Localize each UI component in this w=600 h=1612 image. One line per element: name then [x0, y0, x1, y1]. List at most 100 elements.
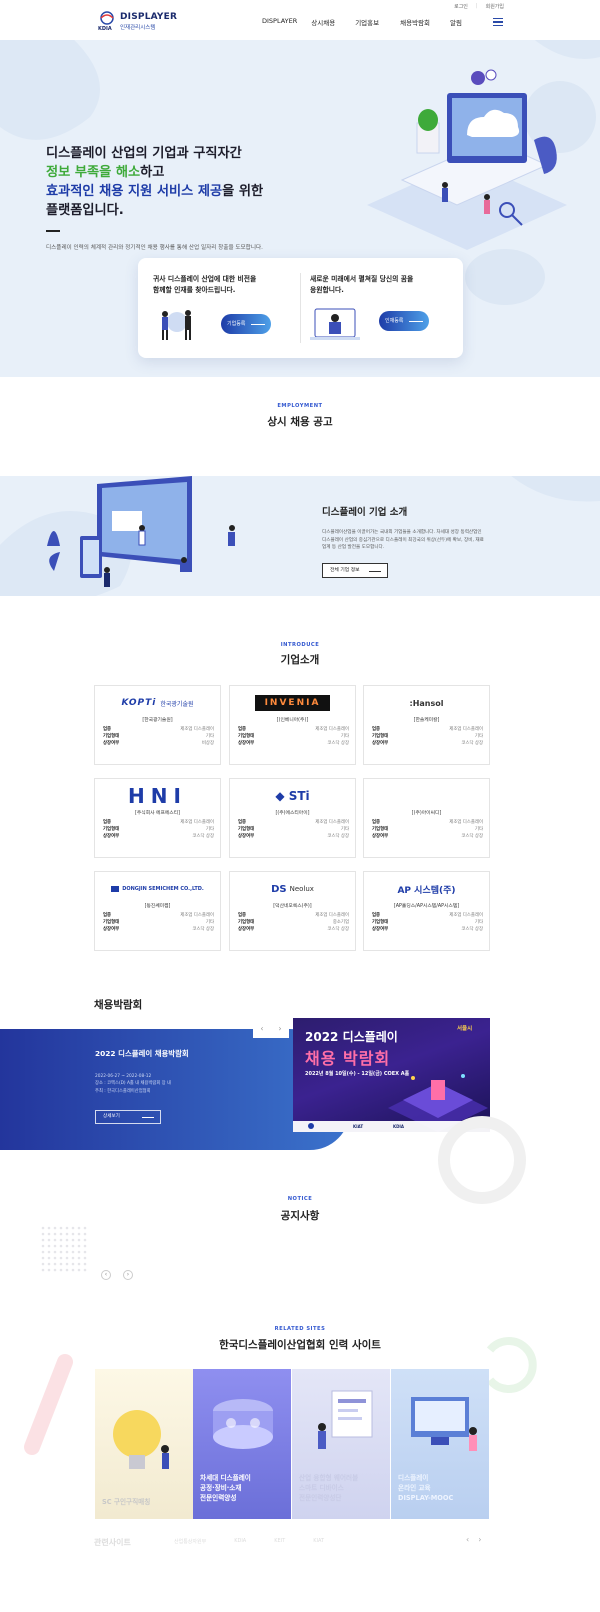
company-logo: :Hansol	[409, 698, 444, 708]
utility-links: 로그인 | 회원가입	[454, 3, 504, 10]
company-card[interactable]: AP 시스템(주) [AP홀딩스/AP시스템/AP시스템] 업종 제조업 디스플레이 기…	[363, 871, 490, 951]
job-fair-detail-button[interactable]: 상세보기	[95, 1110, 161, 1124]
hero-illustration	[367, 69, 567, 250]
signup-link[interactable]: 회원가입	[486, 3, 504, 10]
cta-talent-text-line-2: 응원합니다.	[310, 286, 344, 294]
company-card[interactable]: KOPTi 한국광기술원 [한국광기술원] 업종 제조업 디스플레이 기업형태 기타 상장여부…	[94, 685, 221, 765]
related-tile-mooc[interactable]: 디스플레이 온라인 교육 DISPLAY-MOOC	[391, 1369, 489, 1519]
notice-eyebrow: NOTICE	[287, 1196, 313, 1202]
job-fair-next-button[interactable]: ›	[278, 1024, 281, 1033]
company-meta-label: 기업형태	[238, 919, 255, 925]
company-card[interactable]: HNI [주식회사 에프에스티] 업종 제조업 디스플레이 기업형태 기타 상장여부 코스닥 …	[94, 778, 221, 858]
company-meta-value: 코스닥 상장	[327, 926, 349, 932]
all-companies-label: 전체 기업 정보	[330, 568, 360, 573]
job-fair-prev-button[interactable]: ‹	[260, 1024, 263, 1033]
company-meta-row: 상장여부 코스닥 상장	[372, 741, 483, 748]
company-meta-row: 업종 제조업 디스플레이	[238, 727, 349, 734]
related-tile-sc-matching[interactable]: SC 구인구직매칭	[95, 1369, 193, 1519]
company-name: [덕산네오룩스(주)]	[273, 904, 312, 909]
poster-line-1: 2022 디스플레이	[305, 1030, 398, 1044]
company-meta-value: 제조업 디스플레이	[180, 913, 214, 918]
company-meta-label: 상장여부	[372, 833, 389, 839]
footer-logo-kiat[interactable]: KIAT	[313, 1538, 324, 1545]
company-card[interactable]: [(주)아이씨디] 업종 제조업 디스플레이 기업형태 기타 상장여부 코스닥 상장	[363, 778, 490, 858]
company-meta-label: 기업형태	[103, 733, 120, 739]
login-link[interactable]: 로그인	[454, 3, 468, 10]
company-intro-band	[0, 476, 600, 596]
company-meta-label: 업종	[238, 913, 247, 918]
svg-text:KIAT: KIAT	[353, 1124, 363, 1129]
hero-title-line-3: 효과적인 채용 지원 서비스 제공을 위한	[46, 182, 263, 201]
related-tile-wearable[interactable]: 산업 융합형 웨어러블 스마트 디바이스 전문인력양성단	[292, 1369, 390, 1519]
company-meta: 업종 제조업 디스플레이 기업형태 기타 상장여부 코스닥 상장	[103, 913, 214, 933]
footer-logo-kdia[interactable]: KDIA	[234, 1538, 246, 1545]
company-meta-value: 제조업 디스플레이	[180, 820, 214, 825]
company-meta-label: 기업형태	[372, 826, 389, 832]
introduce-title: 기업소개	[280, 654, 320, 666]
related-tile-line: 차세대 디스플레이	[200, 1474, 251, 1482]
notice-dot-pattern	[41, 1226, 87, 1272]
notice-title: 공지사항	[280, 1210, 320, 1222]
company-logo: INVENIA	[230, 692, 355, 714]
company-meta-row: 기업형태 기타	[372, 734, 483, 741]
related-tile-line: 산업 융합형 웨어러블	[299, 1474, 359, 1482]
job-fair-info: 2022-06-27 ~ 2022-08-12 장소 : 코엑스(D) A홀 내…	[95, 1073, 171, 1095]
company-logo: HNI	[128, 784, 187, 808]
company-logo: AP 시스템(주)	[397, 885, 456, 896]
company-card[interactable]: :Hansol [한솔케미칼] 업종 제조업 디스플레이 기업형태 기타 상장여부 코스닥 상…	[363, 685, 490, 765]
company-card[interactable]: DONGJIN SEMICHEM CO.,LTD. [동진쎄미켐] 업종 제조업 디스…	[94, 871, 221, 951]
cta-company-text-line-1: 귀사 디스플레이 산업에 대한 비전을	[153, 275, 257, 283]
company-meta-label: 업종	[103, 913, 112, 918]
company-card[interactable]: INVENIA [(인베니아(주)] 업종 제조업 디스플레이 기업형태 기타 상장여부 코스…	[229, 685, 356, 765]
logo-mark-text: KDIA	[98, 26, 112, 32]
company-name: [AP홀딩스/AP시스템/AP시스템]	[393, 904, 460, 909]
company-meta-row: 상장여부 코스닥 상장	[238, 834, 349, 841]
company-meta-row: 업종 제조업 디스플레이	[372, 913, 483, 920]
nav-item-notice[interactable]: 알림	[450, 17, 462, 27]
company-meta-row: 기업형태 기타	[238, 827, 349, 834]
company-meta-label: 기업형태	[238, 826, 255, 832]
all-companies-button[interactable]: 전체 기업 정보	[322, 563, 388, 578]
main-nav: DISPLAYER 상시채용 기업홍보 채용박람회 알림	[262, 17, 462, 27]
footer-logo-ministry[interactable]: 산업통상자원부	[174, 1538, 206, 1545]
company-meta-row: 기업형태 기타	[238, 734, 349, 741]
company-meta-value: 중소기업	[332, 919, 349, 925]
nav-item-displayer[interactable]: DISPLAYER	[262, 17, 297, 27]
nav-item-job-fair[interactable]: 채용박람회	[400, 17, 430, 27]
notice-next-button[interactable]: ›	[123, 1270, 133, 1280]
company-meta-row: 상장여부 코스닥 상장	[238, 927, 349, 934]
company-meta-value: 제조업 디스플레이	[449, 727, 483, 732]
company-meta-label: 기업형태	[103, 826, 120, 832]
company-card[interactable]: DS Neolux [덕산네오룩스(주)] 업종 제조업 디스플레이 기업형태 중소기업 상장…	[229, 871, 356, 951]
footer-prev-button[interactable]: ‹	[466, 1535, 469, 1544]
hamburger-icon[interactable]	[493, 18, 503, 26]
arrow-right-icon	[409, 320, 423, 322]
company-meta-row: 상장여부 코스닥 상장	[103, 834, 214, 841]
nav-item-recruit[interactable]: 상시채용	[311, 17, 335, 27]
talent-register-label: 인재등록	[385, 318, 404, 324]
site-logo[interactable]: KDIA DISPLAYER 인재관리시스템	[96, 10, 177, 32]
nav-item-promotion[interactable]: 기업홍보	[355, 17, 379, 27]
company-meta-value: 비상장	[201, 740, 214, 746]
hero-divider	[46, 230, 60, 232]
related-tile-text: 산업 융합형 웨어러블 스마트 디바이스 전문인력양성단	[299, 1473, 358, 1503]
footer-logo-keit[interactable]: KEIT	[274, 1538, 285, 1545]
company-name: [동진쎄미켐]	[144, 904, 171, 909]
footer-next-button[interactable]: ›	[478, 1535, 481, 1544]
company-meta-value: 제조업 디스플레이	[315, 727, 349, 732]
company-register-button[interactable]: 기업등록	[221, 314, 271, 334]
logo-subtitle: 인재관리시스템	[120, 25, 156, 31]
company-card[interactable]: ◆ STi [(주)에스티아이] 업종 제조업 디스플레이 기업형태 기타 상장여부 코스닥 …	[229, 778, 356, 858]
hero-highlight-green: 정보 부족을 해소	[46, 165, 141, 180]
intro-band-desc-line-2: 디스플레이 산업의 중심기관으로 디스플레이 최강국의 위상(선두)에 확보, …	[322, 537, 484, 543]
related-tile-next-gen[interactable]: 차세대 디스플레이 공정·장비·소재 전문인력양성	[193, 1369, 291, 1519]
poster-badge: 서울시	[457, 1026, 473, 1032]
talent-register-button[interactable]: 인재등록	[379, 311, 429, 331]
talent-illustration	[310, 308, 360, 340]
company-name: [주식회사 에프에스티]	[135, 811, 180, 816]
job-fair-host: 주최 : 한국디스플레이산업협회	[95, 1088, 151, 1094]
company-meta-row: 상장여부 코스닥 상장	[103, 927, 214, 934]
notice-prev-button[interactable]: ‹	[101, 1270, 111, 1280]
job-fair-detail-label: 상세보기	[103, 1114, 120, 1119]
introduce-eyebrow: INTRODUCE	[280, 642, 320, 648]
